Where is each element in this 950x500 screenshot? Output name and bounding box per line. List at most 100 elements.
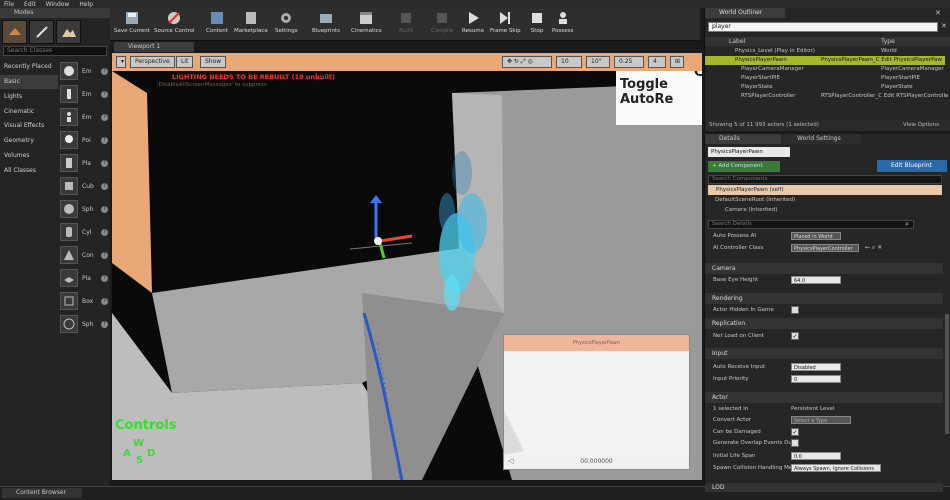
frame-skip-button[interactable]: Frame Skip: [490, 10, 521, 40]
menu-window[interactable]: Window: [46, 1, 70, 8]
modes-tab[interactable]: Modes: [0, 8, 110, 18]
source-control-button[interactable]: Source Control: [154, 10, 195, 40]
help-icon[interactable]: ?: [101, 205, 108, 213]
class-item[interactable]: Em?: [60, 83, 108, 105]
lit-button[interactable]: Lit: [176, 56, 194, 68]
section-actor[interactable]: Actor: [705, 392, 943, 403]
content-button[interactable]: Content: [206, 10, 228, 40]
search-details-input[interactable]: Search Details: [708, 220, 914, 229]
help-icon[interactable]: ?: [101, 182, 108, 190]
viewport-options-button[interactable]: ▾: [116, 56, 126, 68]
world-settings-tab[interactable]: World Settings: [783, 134, 861, 144]
help-icon[interactable]: ?: [101, 228, 108, 236]
outliner-search-input[interactable]: player: [708, 22, 938, 32]
section-rendering[interactable]: Rendering: [705, 293, 943, 304]
help-icon[interactable]: ?: [101, 67, 108, 75]
can-be-damaged-checkbox[interactable]: ✓: [791, 428, 799, 436]
section-replication[interactable]: Replication: [705, 318, 943, 329]
gen-overlap-checkbox[interactable]: [791, 439, 799, 447]
category-volumes[interactable]: Volumes: [0, 149, 58, 163]
outliner-row[interactable]: PlayerCameraManager PlayerCameraManager: [705, 65, 945, 74]
help-icon[interactable]: ?: [101, 159, 108, 167]
spawn-collision-dropdown[interactable]: Always Spawn, Ignore Collisions: [791, 464, 881, 472]
help-icon[interactable]: ?: [101, 320, 108, 328]
help-icon[interactable]: ?: [101, 297, 108, 305]
component-default-root[interactable]: DefaultSceneRoot (Inherited): [715, 197, 795, 203]
class-item[interactable]: Em?: [60, 106, 108, 128]
section-camera[interactable]: Camera: [705, 263, 943, 274]
component-self[interactable]: PhysicsPlayerPawn (self): [708, 185, 942, 195]
class-item[interactable]: Cub?: [60, 175, 108, 197]
section-lod[interactable]: LOD: [705, 483, 943, 492]
menu-edit[interactable]: Edit: [24, 1, 36, 8]
maximize-viewport-button[interactable]: ⊞: [670, 56, 684, 68]
resume-button[interactable]: Resume: [462, 10, 484, 40]
category-basic[interactable]: Basic: [0, 75, 58, 89]
section-input[interactable]: Input: [705, 348, 943, 359]
view-options-button[interactable]: View Options: [903, 120, 939, 131]
landscape-mode-button[interactable]: [56, 20, 81, 44]
marketplace-button[interactable]: Marketplace: [234, 10, 268, 40]
close-icon[interactable]: ✕: [935, 9, 941, 17]
blueprints-button[interactable]: Blueprints: [312, 10, 340, 40]
column-type[interactable]: Type: [881, 37, 895, 46]
camera-speed-button[interactable]: 4: [648, 56, 666, 68]
show-button[interactable]: Show: [200, 56, 227, 68]
scale-snap-button[interactable]: 0.25: [614, 56, 644, 68]
input-priority-input[interactable]: 0: [791, 375, 841, 383]
ai-controller-dropdown[interactable]: PhysicsPlayerController: [791, 244, 859, 252]
search-classes-input[interactable]: Search Classes: [3, 46, 107, 56]
perspective-button[interactable]: Perspective: [130, 56, 175, 68]
category-cinematic[interactable]: Cinematic: [0, 105, 58, 119]
add-component-button[interactable]: + Add Component: [708, 161, 780, 172]
class-item[interactable]: Em?: [60, 60, 108, 82]
outliner-row[interactable]: Physics_Level (Play in Editor) World: [705, 47, 945, 56]
paint-mode-button[interactable]: [29, 20, 54, 44]
help-icon[interactable]: ?: [101, 90, 108, 98]
object-name-field[interactable]: PhysicsPlayerPawn: [708, 147, 790, 157]
auto-receive-dropdown[interactable]: Disabled: [791, 363, 841, 371]
net-load-checkbox[interactable]: ✓: [791, 332, 799, 340]
help-icon[interactable]: ?: [101, 113, 108, 121]
class-item[interactable]: Poi?: [60, 129, 108, 151]
category-all-classes[interactable]: All Classes: [0, 164, 58, 178]
search-components-input[interactable]: Search Components: [708, 175, 942, 184]
outliner-row-selected[interactable]: PhysicsPlayerPawn PhysicsPlayerPawn_C Edi…: [705, 56, 945, 65]
class-item[interactable]: Con?: [60, 244, 108, 266]
asset-actions-icons[interactable]: ← ⌕ ✕: [865, 242, 882, 254]
class-item[interactable]: Cyl?: [60, 221, 108, 243]
class-item[interactable]: Pla?: [60, 152, 108, 174]
help-icon[interactable]: ?: [101, 274, 108, 282]
category-lights[interactable]: Lights: [0, 90, 58, 104]
auto-possess-dropdown[interactable]: Placed in World: [791, 232, 841, 240]
edit-blueprint-button[interactable]: Edit Blueprint: [877, 160, 947, 172]
help-icon[interactable]: ?: [101, 136, 108, 144]
rotation-snap-button[interactable]: 10°: [586, 56, 610, 68]
content-browser-tab[interactable]: Content Browser: [2, 488, 82, 498]
class-item[interactable]: Sph?: [60, 198, 108, 220]
initial-life-input[interactable]: 0.0: [791, 452, 841, 460]
viewport-tab[interactable]: Viewport 1: [114, 42, 194, 52]
world-outliner-tab[interactable]: World Outliner: [705, 8, 785, 18]
settings-button[interactable]: Settings: [275, 10, 298, 40]
build-button[interactable]: Build: [397, 10, 415, 40]
details-tab[interactable]: Details: [705, 134, 781, 144]
level-viewport[interactable]: ▾ Perspective Lit Show ✥ ↻ ⤢ ◎ 10 10° 0.…: [112, 53, 702, 480]
category-recently-placed[interactable]: Recently Placed: [0, 60, 58, 74]
outliner-row[interactable]: RTSPlayerController RTSPlayerController_C…: [705, 92, 948, 101]
class-item[interactable]: Box?: [60, 290, 108, 312]
help-icon[interactable]: ?: [101, 251, 108, 259]
cinematics-button[interactable]: Cinematics: [351, 10, 382, 40]
actor-hidden-checkbox[interactable]: [791, 306, 799, 314]
stop-button[interactable]: Stop: [528, 10, 546, 40]
convert-actor-dropdown[interactable]: Select a Type: [791, 416, 851, 424]
category-visual-effects[interactable]: Visual Effects: [0, 119, 58, 133]
search-icon[interactable]: ⌕: [905, 220, 909, 229]
transform-tools[interactable]: ✥ ↻ ⤢ ◎: [502, 56, 552, 68]
menu-file[interactable]: File: [4, 1, 14, 8]
component-camera[interactable]: Camera (Inherited): [725, 207, 777, 213]
class-item[interactable]: Pla?: [60, 267, 108, 289]
menu-help[interactable]: Help: [79, 1, 93, 8]
outliner-row[interactable]: PlayerState PlayerState: [705, 83, 945, 92]
category-geometry[interactable]: Geometry: [0, 134, 58, 148]
